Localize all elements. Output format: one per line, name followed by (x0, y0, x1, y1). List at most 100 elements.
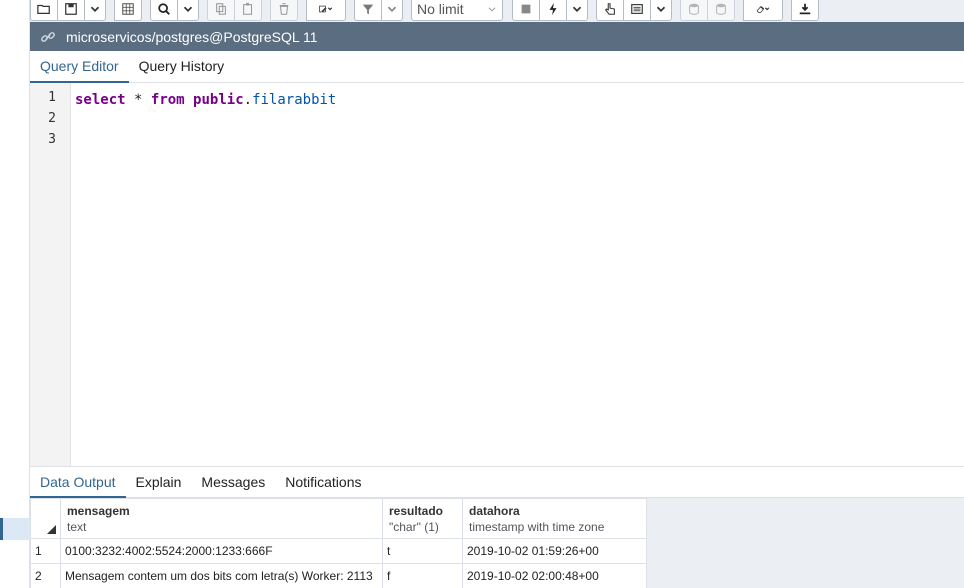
select-all-corner[interactable] (30, 498, 61, 539)
row-limit-select[interactable]: No limit (411, 0, 503, 21)
explain-options-dropdown[interactable] (650, 0, 672, 21)
column-header-resultado[interactable]: resultado "char" (1) (382, 498, 463, 539)
chevron-down-icon (183, 6, 193, 12)
save-icon (65, 3, 77, 15)
query-toolbar: No limit (30, 0, 964, 22)
folder-open-icon (37, 4, 50, 14)
cell-resultado[interactable]: t (382, 538, 463, 564)
cell-mensagem[interactable]: Mensagem contem um dos bits com letra(s)… (60, 563, 383, 588)
tab-notifications[interactable]: Notifications (275, 467, 371, 498)
row-number[interactable]: 2 (30, 563, 61, 588)
tab-data-output[interactable]: Data Output (30, 467, 126, 498)
output-tabs: Data Output Explain Messages Notificatio… (30, 466, 964, 498)
cell-mensagem[interactable]: 0100:3232:4002:5524:2000:1233:666F (60, 538, 383, 564)
cell-datahora[interactable]: 2019-10-02 02:00:48+00 (462, 563, 647, 588)
chevron-down-icon (572, 6, 582, 12)
trash-icon (279, 3, 289, 15)
connection-name: microservicos/postgres@PostgreSQL 11 (66, 28, 318, 45)
row-number[interactable]: 1 (30, 538, 61, 564)
table-row[interactable]: 1 0100:3232:4002:5524:2000:1233:666F t 2… (30, 538, 647, 564)
file-group (30, 0, 106, 21)
execute-group (512, 0, 588, 21)
copy-button[interactable] (207, 0, 235, 21)
sql-editor[interactable]: 1 2 3 select * from public.filarabbit (30, 83, 964, 466)
chevron-down-icon (656, 6, 666, 12)
eraser-icon (756, 6, 770, 13)
sql-code-line: select * from public.filarabbit (75, 90, 336, 111)
sql-keyword: select (75, 92, 126, 108)
browser-panel-edge (0, 0, 30, 588)
select-all-icon (47, 525, 56, 534)
column-name: mensagem (67, 504, 130, 518)
sql-dot: . (243, 92, 253, 108)
paste-icon (243, 2, 253, 15)
transaction-group (680, 0, 735, 21)
result-grid: mensagem text resultado "char" (1) datah… (30, 498, 647, 588)
rollback-button[interactable] (707, 0, 735, 21)
cell-datahora[interactable]: 2019-10-02 01:59:26+00 (462, 538, 647, 564)
edit-grid-button[interactable] (114, 0, 142, 21)
download-icon (799, 3, 811, 15)
sql-schema: public (193, 92, 244, 108)
explain-button[interactable] (596, 0, 624, 21)
save-options-dropdown[interactable] (84, 0, 106, 21)
find-options-dropdown[interactable] (177, 0, 199, 21)
edit-options-dropdown[interactable] (306, 0, 346, 21)
link-icon (41, 31, 55, 42)
result-grid-area: mensagem text resultado "char" (1) datah… (30, 498, 964, 588)
find-group (150, 0, 199, 21)
column-header-datahora[interactable]: datahora timestamp with time zone (462, 498, 647, 539)
chevron-down-icon (387, 6, 397, 12)
tab-query-editor[interactable]: Query Editor (30, 51, 129, 83)
column-name: resultado (389, 504, 444, 518)
browser-selected-item[interactable] (0, 518, 30, 540)
query-tool-window: No limit microservicos/postgres@PostgreS… (0, 0, 964, 588)
table-row[interactable]: 2 Mensagem contem um dos bits com letra(… (30, 563, 647, 588)
editor-tabs: Query Editor Query History (30, 51, 964, 83)
database-rollback-icon (716, 3, 726, 15)
hand-pointer-icon (604, 3, 615, 15)
lightning-icon (549, 2, 557, 16)
column-type: text (67, 520, 87, 534)
execute-options-dropdown[interactable] (566, 0, 588, 21)
tab-query-history[interactable]: Query History (129, 51, 235, 83)
search-icon (158, 3, 170, 15)
database-commit-icon (689, 3, 699, 15)
filter-button[interactable] (354, 0, 382, 21)
column-type: timestamp with time zone (469, 520, 605, 534)
stop-icon (521, 4, 531, 14)
open-file-button[interactable] (30, 0, 58, 21)
chevron-down-icon (90, 6, 100, 12)
paste-button[interactable] (234, 0, 262, 21)
stop-query-button[interactable] (512, 0, 540, 21)
copy-icon (216, 3, 226, 15)
sql-keyword: from (150, 92, 185, 108)
line-number-gutter: 1 2 3 (30, 83, 71, 466)
connection-bar[interactable]: microservicos/postgres@PostgreSQL 11 (30, 22, 964, 51)
clipboard-group (207, 0, 262, 21)
explain-group (596, 0, 672, 21)
clear-options-dropdown[interactable] (743, 0, 783, 21)
explain-analyze-button[interactable] (623, 0, 651, 21)
column-name: datahora (469, 504, 520, 518)
row-limit-value: No limit (417, 1, 464, 17)
filter-options-dropdown[interactable] (381, 0, 403, 21)
clear-group (743, 0, 783, 21)
tab-explain[interactable]: Explain (126, 467, 192, 498)
pencil-icon (319, 5, 333, 13)
commit-button[interactable] (680, 0, 708, 21)
download-csv-button[interactable] (791, 0, 819, 21)
filter-icon (362, 4, 374, 15)
sql-star: * (134, 92, 143, 108)
chevron-down-icon (488, 7, 496, 12)
column-type: "char" (1) (389, 520, 439, 534)
column-header-mensagem[interactable]: mensagem text (60, 498, 383, 539)
find-button[interactable] (150, 0, 178, 21)
save-file-button[interactable] (57, 0, 85, 21)
download-group (791, 0, 819, 21)
execute-button[interactable] (539, 0, 567, 21)
connection-status[interactable] (30, 29, 66, 45)
delete-row-button[interactable] (270, 0, 298, 21)
cell-resultado[interactable]: f (382, 563, 463, 588)
tab-messages[interactable]: Messages (191, 467, 275, 498)
